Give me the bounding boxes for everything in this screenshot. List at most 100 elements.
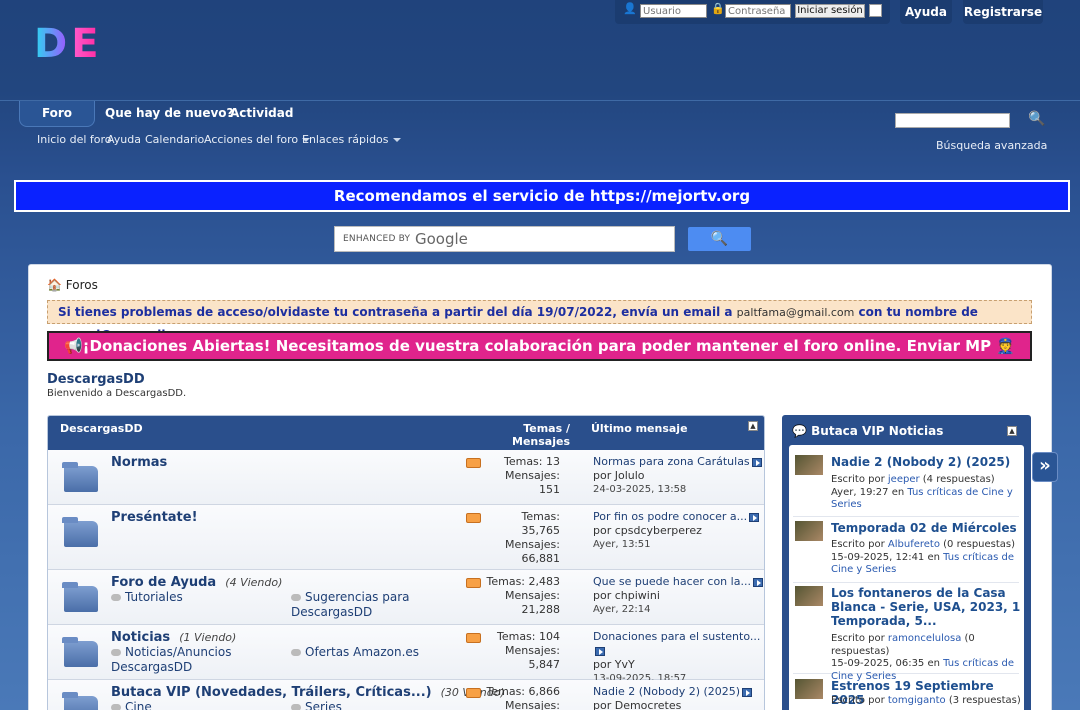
subnav-calendar[interactable]: Calendario [145, 133, 204, 146]
subforum-link-label: Sugerencias para DescargasDD [291, 590, 410, 619]
last-post-title[interactable]: Nadie 2 (Nobody 2) (2025) [593, 685, 740, 698]
sidebar-news-widget: 💬 Butaca VIP Noticias ▲ Nadie 2 (Nobody … [782, 415, 1031, 710]
subnav-help[interactable]: Ayuda [107, 133, 141, 146]
header-forum-name: DescargasDD [60, 422, 143, 435]
google-search-input[interactable]: ENHANCED BY Google [334, 226, 675, 252]
forum-title[interactable]: DescargasDD [47, 372, 145, 387]
site-logo[interactable]: DE [34, 22, 112, 66]
temas-count: Temas: 6,866 [486, 685, 561, 698]
mensajes-count: 66,881 [521, 552, 561, 565]
google-search-button[interactable]: 🔍 [688, 227, 751, 251]
forum-link[interactable]: Butaca VIP (Novedades, Tráilers, Crítica… [111, 685, 505, 700]
news-thumbnail[interactable] [795, 586, 823, 606]
mensajes-count: 21,288 [521, 603, 561, 616]
subforum-link[interactable]: Noticias/Anuncios DescargasDD [111, 645, 261, 675]
last-post-title[interactable]: Por fin os podre conocer a... [593, 510, 747, 523]
forum-link[interactable]: Foro de Ayuda (4 Viendo) [111, 575, 282, 590]
login-form: 👤 🔒 Iniciar sesión [615, 0, 890, 24]
forum-stats: Temas: 2,483 Mensajes: 21,288 [478, 575, 561, 617]
collapse-icon[interactable]: ▲ [1007, 426, 1017, 436]
register-button[interactable]: Registrarse [963, 0, 1043, 24]
news-author[interactable]: tomgiganto [888, 695, 946, 706]
news-title[interactable]: Los fontaneros de la Casa Blanca - Serie… [831, 586, 1021, 628]
subforum-link[interactable]: Tutoriales [111, 590, 183, 604]
breadcrumb: 🏠 Foros [47, 278, 98, 292]
speech-bubble-icon [111, 594, 121, 601]
last-post-title[interactable]: Donaciones para el sustento... [593, 630, 760, 643]
news-thumbnail[interactable] [795, 455, 823, 475]
mensajes-label: Mensajes: [505, 699, 560, 710]
last-post: Por fin os podre conocer a... por cpsdcyb… [593, 510, 763, 552]
news-thumbnail[interactable] [795, 521, 823, 541]
news-meta-prefix: Escrito por [831, 474, 888, 485]
last-post-title[interactable]: Que se puede hacer con la... [593, 575, 751, 588]
forum-link[interactable]: Noticias (1 Viendo) [111, 630, 236, 645]
last-post-author[interactable]: por Jolulo [593, 469, 763, 483]
go-to-post-icon[interactable] [751, 457, 762, 467]
news-date: Ayer, 19:27 en [831, 486, 908, 498]
password-input[interactable] [725, 4, 791, 18]
speech-bubble-icon [291, 594, 301, 601]
last-post-date: 24-03-2025, 13:58 [593, 484, 687, 495]
breadcrumb-foros[interactable]: Foros [66, 278, 98, 292]
remember-checkbox[interactable] [869, 4, 882, 17]
subnav-quick-links[interactable]: Enlaces rápidos [302, 133, 401, 146]
forum-link[interactable]: Preséntate! [111, 510, 198, 525]
top-search-input[interactable] [895, 113, 1010, 128]
subforum-link[interactable]: Cine [111, 700, 152, 710]
news-author[interactable]: jeeper [888, 474, 920, 485]
mensajes-label: Mensajes: [505, 469, 560, 482]
forum-link[interactable]: Normas [111, 455, 167, 470]
news-meta: Escrito por jeeper (4 respuestas) Ayer, 1… [831, 474, 1021, 512]
table-row: Foro de Ayuda (4 Viendo) Tutoriales Suge… [48, 570, 764, 625]
news-title[interactable]: Nadie 2 (Nobody 2) (2025) [831, 455, 1021, 469]
last-post-author[interactable]: por cpsdcyberperez [593, 524, 763, 538]
go-to-post-icon[interactable] [595, 646, 605, 656]
news-author[interactable]: Albufereto [888, 539, 940, 550]
viewing-count: (1 Viendo) [179, 631, 237, 644]
folder-icon [62, 582, 98, 612]
subnav-forum-actions[interactable]: Acciones del foro [204, 133, 311, 146]
last-post-author[interactable]: por YvY [593, 658, 763, 672]
search-icon[interactable]: 🔍 [1028, 111, 1045, 127]
username-input[interactable] [640, 4, 707, 18]
go-to-post-icon[interactable] [742, 687, 753, 697]
last-post-title[interactable]: Normas para zona Carátulas [593, 455, 750, 468]
last-post-author[interactable]: por chpiwini [593, 589, 763, 603]
sidebar-toggle-button[interactable]: » [1032, 452, 1058, 482]
list-item: Temporada 02 de Miércoles Escrito por Al… [793, 521, 1019, 583]
donation-notice[interactable]: 📢¡Donaciones Abiertas! Necesitamos de vu… [47, 331, 1032, 361]
advanced-search-link[interactable]: Búsqueda avanzada [936, 139, 1047, 152]
last-post-date: Ayer, 22:14 [593, 604, 651, 615]
go-to-post-icon[interactable] [752, 577, 763, 587]
collapse-icon[interactable]: ▲ [748, 421, 758, 431]
login-button[interactable]: Iniciar sesión [795, 4, 865, 18]
news-thumbnail[interactable] [795, 679, 823, 699]
news-replies: (0 respuestas) [939, 539, 1016, 550]
forum-link-label: Foro de Ayuda [111, 575, 217, 590]
last-post-date: Ayer, 13:51 [593, 539, 651, 550]
speech-bubble-icon [111, 649, 121, 656]
temas-count: 35,765 [521, 524, 561, 537]
subforum-link[interactable]: Sugerencias para DescargasDD [291, 590, 431, 620]
table-row: Normas Temas: 13 Mensajes: 151 Normas para… [48, 450, 764, 505]
news-replies: (4 respuestas) [919, 474, 995, 485]
subforum-link[interactable]: Ofertas Amazon.es [291, 645, 419, 659]
subnav-forum-actions-label: Acciones del foro [204, 133, 299, 146]
news-title[interactable]: Temporada 02 de Miércoles [831, 521, 1021, 535]
subnav-home[interactable]: Inicio del foro [37, 133, 112, 146]
go-to-post-icon[interactable] [749, 512, 760, 522]
last-post-author[interactable]: por Democretes [593, 699, 763, 710]
mensajes-label: Mensajes: [505, 644, 560, 657]
tab-foro[interactable]: Foro [19, 101, 95, 127]
sidebar-title-label: Butaca VIP Noticias [811, 424, 944, 438]
tab-whats-new[interactable]: Que hay de nuevo? [105, 101, 234, 127]
home-icon[interactable]: 🏠 [47, 278, 62, 292]
tab-activity[interactable]: Actividad [230, 101, 293, 127]
subforum-link[interactable]: Series [291, 700, 342, 710]
promo-banner[interactable]: Recomendamos el servicio de https://mejo… [14, 180, 1070, 212]
help-button[interactable]: Ayuda [900, 0, 952, 24]
news-author[interactable]: ramoncelulosa [888, 633, 961, 644]
folder-icon [62, 462, 98, 492]
subforum-link-label: Series [305, 700, 342, 710]
